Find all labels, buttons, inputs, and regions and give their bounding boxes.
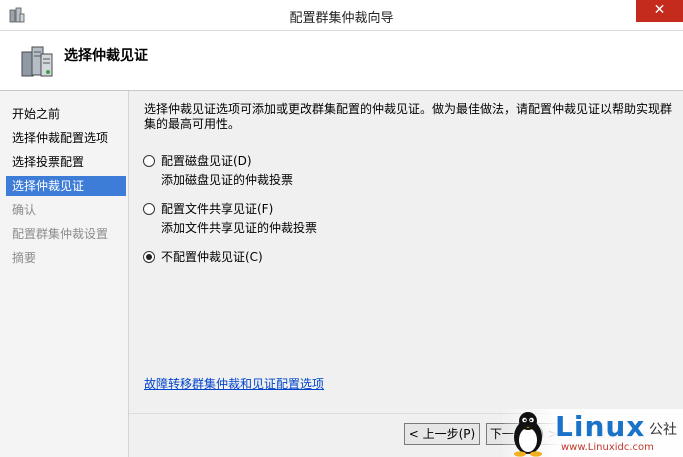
watermark-url: www.Linuxidc.com — [561, 442, 654, 453]
radio-no-witness[interactable]: 不配置仲裁见证(C) — [143, 248, 263, 265]
nav-item-select-voting[interactable]: 选择投票配置 — [6, 152, 126, 172]
window-title: 配置群集仲裁向导 — [289, 11, 394, 26]
radio-file-share-witness[interactable]: 配置文件共享见证(F) — [143, 200, 273, 217]
radio-disk-witness[interactable]: 配置磁盘见证(D) — [143, 152, 252, 169]
radio-no-witness-label: 不配置仲裁见证(C) — [161, 250, 263, 264]
tux-penguin-icon — [514, 412, 542, 457]
intro-text: 选择仲裁见证选项可添加或更改群集配置的仲裁见证。做为最佳做法，请配置仲裁见证以帮… — [144, 102, 673, 131]
close-button[interactable]: ✕ — [636, 0, 683, 22]
cluster-servers-icon — [21, 46, 53, 77]
radio-no-witness-circle[interactable] — [143, 251, 155, 263]
nav-item-configure-settings: 配置群集仲裁设置 — [12, 227, 109, 241]
radio-file-share-witness-circle[interactable] — [143, 203, 155, 215]
nav-item-summary: 摘要 — [12, 251, 37, 265]
radio-disk-witness-circle[interactable] — [143, 155, 155, 167]
wizard-content: 选择仲裁见证选项可添加或更改群集配置的仲裁见证。做为最佳做法，请配置仲裁见证以帮… — [129, 91, 683, 457]
nav-item-before-you-begin[interactable]: 开始之前 — [6, 104, 126, 124]
radio-file-share-witness-label: 配置文件共享见证(F) — [161, 202, 274, 216]
site-watermark: Linux 公社 www.Linuxidc.com — [503, 409, 683, 457]
page-title: 选择仲裁见证 — [64, 48, 148, 64]
quorum-options-help-link[interactable]: 故障转移群集仲裁和见证配置选项 — [144, 375, 324, 392]
nav-item-confirm: 确认 — [12, 203, 37, 217]
previous-button[interactable]: < 上一步(P) — [404, 423, 480, 445]
window-titlebar: 配置群集仲裁向导 ✕ — [0, 0, 683, 31]
radio-disk-witness-description: 添加磁盘见证的仲裁投票 — [161, 173, 294, 187]
wizard-steps-nav: 开始之前 选择仲裁配置选项 选择投票配置 选择仲裁见证 确认 配置群集仲裁设置 … — [0, 91, 129, 457]
radio-disk-witness-label: 配置磁盘见证(D) — [161, 154, 252, 168]
watermark-brand-cn: 公社 — [649, 422, 677, 438]
nav-item-select-quorum-option[interactable]: 选择仲裁配置选项 — [6, 128, 126, 148]
watermark-brand: Linux — [555, 410, 646, 443]
wizard-header: 选择仲裁见证 — [0, 31, 683, 91]
nav-item-select-witness[interactable]: 选择仲裁见证 — [6, 176, 126, 196]
radio-file-share-witness-description: 添加文件共享见证的仲裁投票 — [161, 221, 318, 235]
